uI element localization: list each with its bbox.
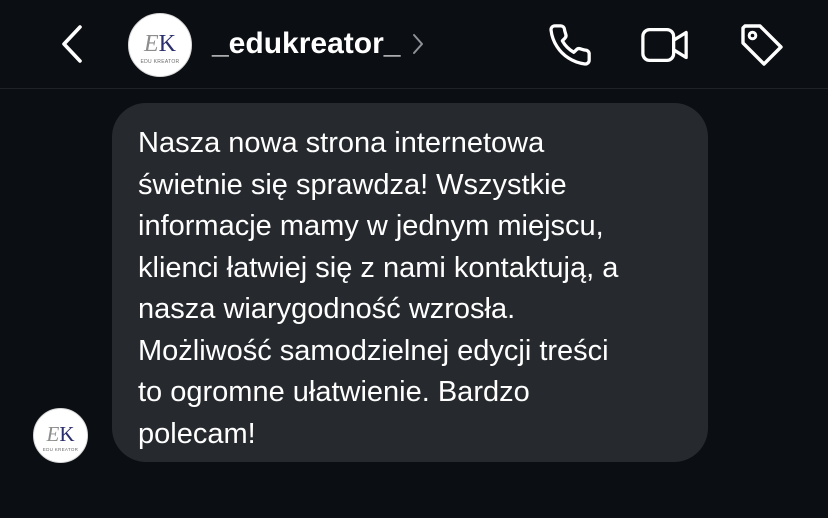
- message-bubble[interactable]: Nasza nowa strona internetowa świetnie s…: [112, 103, 708, 462]
- message-line: to ogromne ułatwienie. Bardzo: [138, 376, 530, 408]
- avatar-monogram: EK: [143, 30, 176, 57]
- message-line: informacje mamy w jednym miejscu,: [138, 210, 604, 242]
- message-line: nasza wiarygodność wzrosła.: [138, 293, 516, 325]
- sender-avatar[interactable]: EK EDU KREATOR: [33, 408, 88, 463]
- username: _edukreator_: [212, 27, 401, 60]
- avatar-brand-text: EDU KREATOR: [140, 58, 180, 65]
- video-call-button[interactable]: [640, 20, 690, 70]
- chat-header: EK EDU KREATOR _edukreator_: [0, 0, 828, 89]
- chevron-right-icon: [412, 33, 424, 55]
- message-line: polecam!: [138, 417, 256, 450]
- avatar-brand-text: EDU KREATOR: [42, 446, 79, 452]
- video-camera-icon: [641, 27, 688, 63]
- tag-icon: [741, 24, 783, 66]
- message-line: świetnie się sprawdza! Wszystkie: [138, 168, 567, 201]
- avatar-monogram: EK: [46, 421, 75, 446]
- message-line: klienci łatwiej się z nami kontaktują, a: [138, 251, 619, 284]
- back-button[interactable]: [52, 22, 92, 66]
- profile-title-link[interactable]: _edukreator_: [212, 24, 424, 64]
- profile-avatar[interactable]: EK EDU KREATOR: [128, 13, 192, 77]
- message-line: Możliwość samodzielnej edycji treści: [138, 334, 609, 367]
- tag-button[interactable]: [737, 20, 787, 70]
- phone-icon: [549, 24, 591, 66]
- chevron-left-icon: [62, 25, 82, 63]
- message-line: Nasza nowa strona internetowa: [138, 127, 545, 159]
- call-button[interactable]: [545, 20, 595, 70]
